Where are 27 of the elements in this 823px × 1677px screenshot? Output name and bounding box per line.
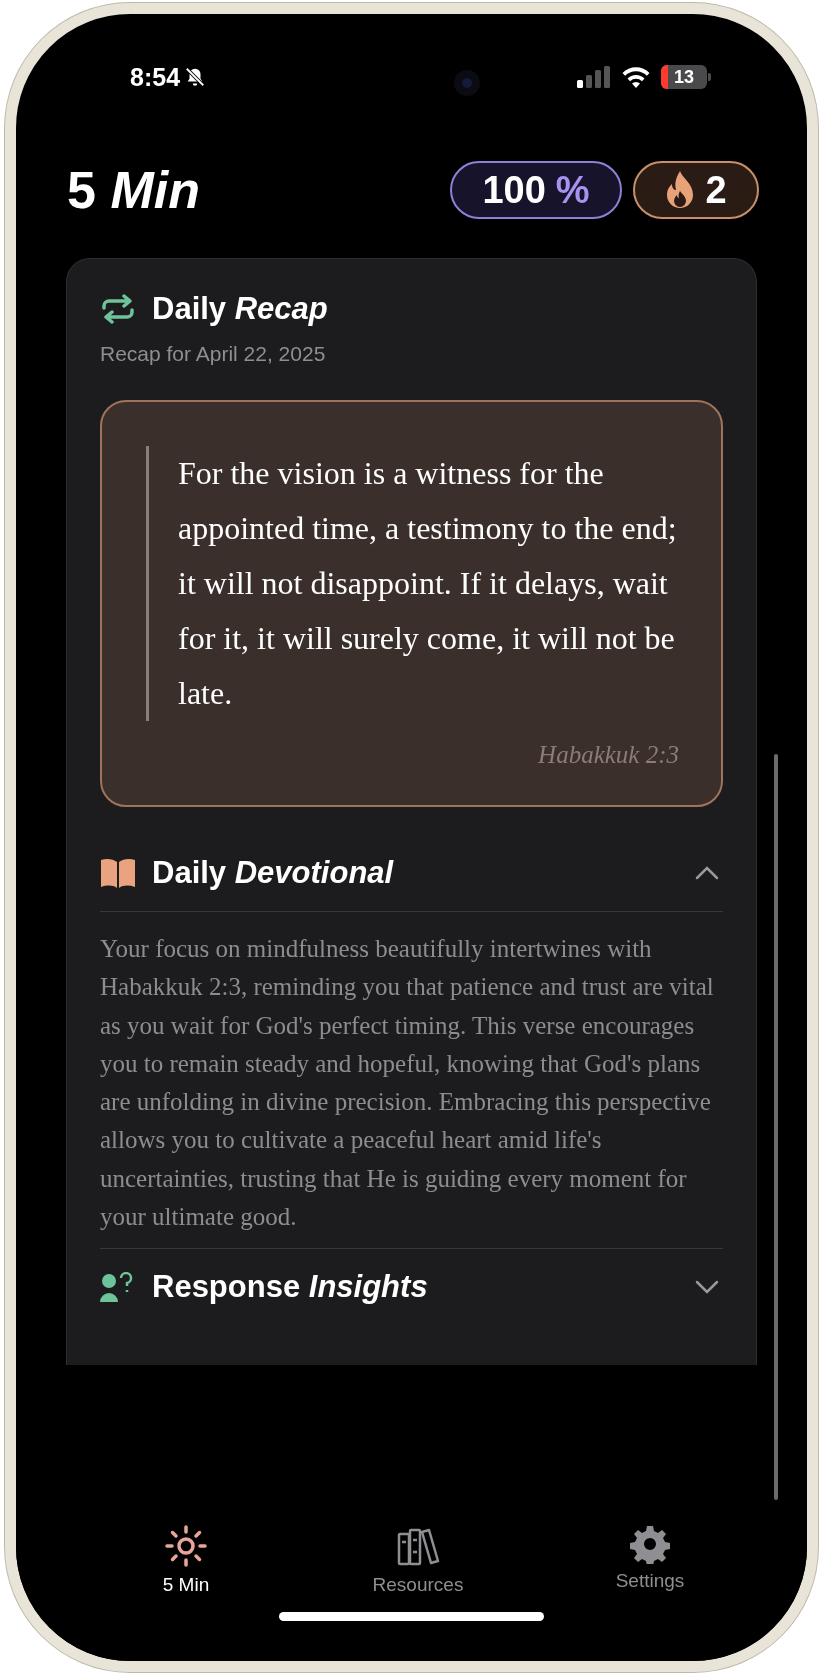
tab-item[interactable]: Resources [353, 1524, 483, 1596]
flame-icon [665, 171, 696, 209]
devotional-text: Your focus on mindfulness beautifully intertwines with Habakkuk 2:3, reminding you that patience and trust are vital as you wait for God's perfect timing. This verse encourages you to remain steady and hopeful, knowing that God's plans are unfolding in divine precision. Embracing this perspective allows you to cultivate a peaceful heart amid life's uncertainties, trusting that He is guiding every moment for your ultimate good. [100, 934, 715, 1233]
tab-item[interactable]: 5 Min [121, 1524, 251, 1596]
scripture-quote: For the vision is a witness for the appointed time, a testimony to the end; it will not disappoint. If it delays, wait for it, it will surely come, it will not be late. [146, 446, 679, 721]
section-title: Daily Devotional [152, 855, 394, 891]
repeat-icon [100, 294, 136, 324]
page-title: 5 Min [67, 160, 200, 220]
section-title: Response Insights [152, 1269, 428, 1306]
settings-icon [630, 1524, 670, 1564]
scripture-reference: Habakkuk 2:3 [536, 741, 679, 769]
wifi-icon [621, 66, 651, 88]
sun-icon [164, 1524, 208, 1568]
progress-value: 100 [482, 168, 546, 212]
accordion-header[interactable]: Response Insights [100, 1248, 723, 1326]
battery-indicator: 13 [661, 65, 711, 89]
tab-item[interactable]: Settings [585, 1524, 715, 1596]
streak-count: 2 [705, 168, 727, 212]
percent-sign: % [555, 168, 590, 212]
recap-date: Recap for April 22, 2025 [100, 342, 327, 366]
camera-lens [454, 70, 480, 96]
section-title: Daily Recap [152, 291, 328, 327]
accordion-header[interactable]: Daily Devotional [100, 851, 723, 912]
signal-icon [577, 66, 611, 88]
status-time: 8:54 [130, 62, 181, 92]
book-icon [100, 858, 136, 888]
bell-slash-icon [184, 66, 207, 88]
